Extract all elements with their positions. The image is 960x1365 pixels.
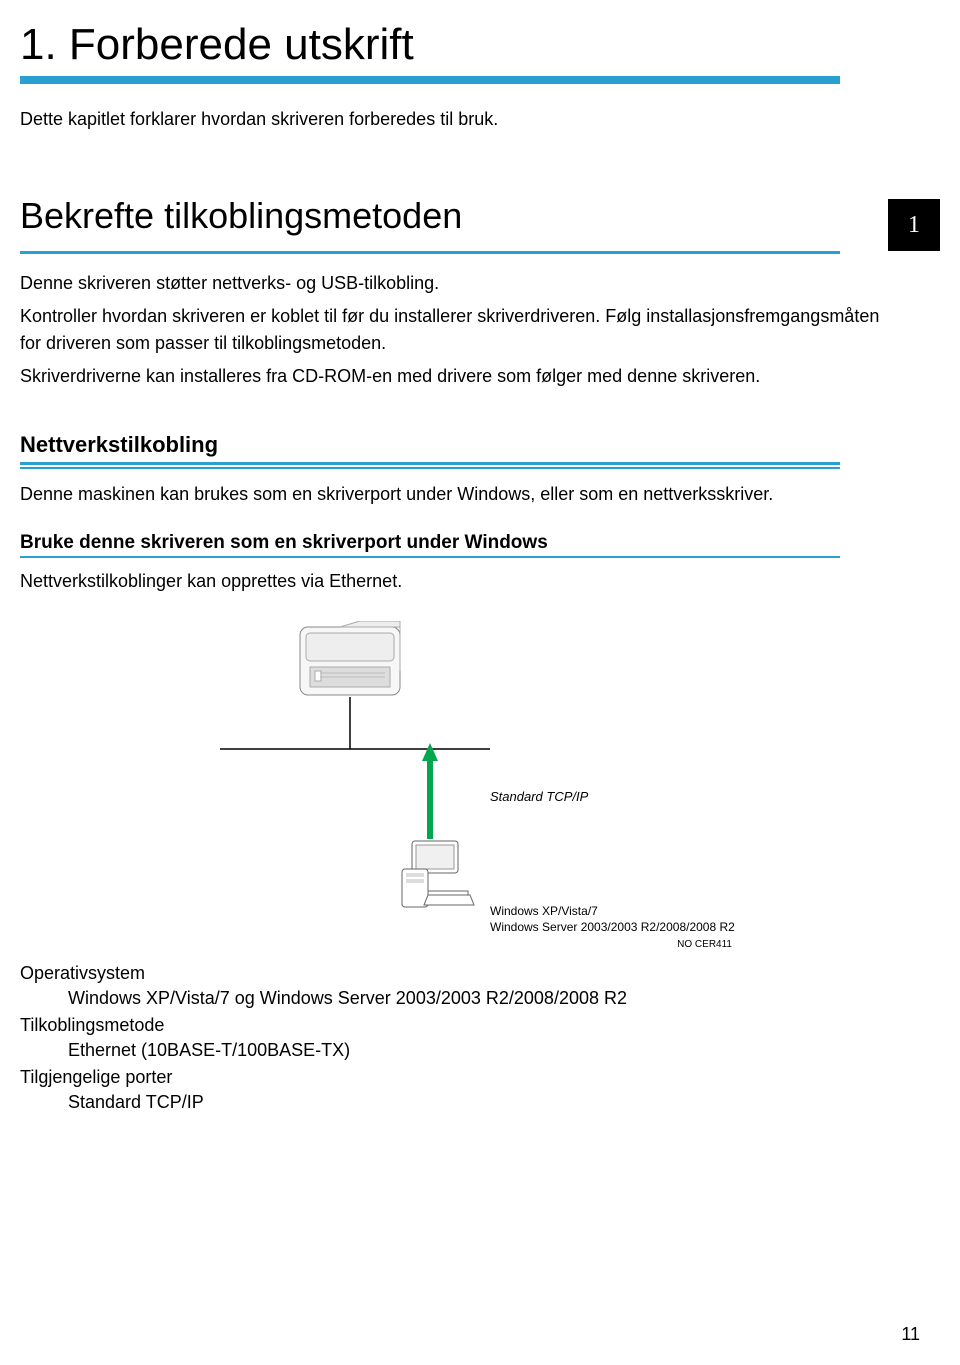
body-text: Skriverdriverne kan installeres fra CD-R… xyxy=(20,363,900,390)
def-val-os: Windows XP/Vista/7 og Windows Server 200… xyxy=(68,988,920,1009)
body-text: Denne maskinen kan brukes som en skriver… xyxy=(20,481,900,508)
def-val-ports: Standard TCP/IP xyxy=(68,1092,920,1113)
body-text: Nettverkstilkoblinger kan opprettes via … xyxy=(20,568,900,595)
diagram-code-label: NO CER411 xyxy=(677,939,732,950)
section-rule xyxy=(20,251,840,254)
diagram-os-label: Windows XP/Vista/7 Windows Server 2003/2… xyxy=(490,904,735,935)
intro-text: Dette kapitlet forklarer hvordan skriver… xyxy=(20,106,900,133)
network-diagram: Standard TCP/IP Windows XP/Vista/7 Windo… xyxy=(200,621,740,951)
chapter-badge: 1 xyxy=(888,199,940,251)
body-text: Kontroller hvordan skriveren er koblet t… xyxy=(20,303,900,357)
def-val-method: Ethernet (10BASE-T/100BASE-TX) xyxy=(68,1040,920,1061)
subsection-rule xyxy=(20,462,840,469)
sub-subsection-rule xyxy=(20,556,840,558)
subsection-heading: Nettverkstilkobling xyxy=(20,432,920,458)
title-rule xyxy=(20,76,840,84)
sub-subsection-heading: Bruke denne skriveren som en skriverport… xyxy=(20,532,920,554)
section-heading: Bekrefte tilkoblingsmetoden xyxy=(20,195,462,237)
computer-icon xyxy=(402,841,474,907)
page-number: 11 xyxy=(901,1324,920,1345)
def-term-os: Operativsystem xyxy=(20,963,920,984)
diagram-tcpip-label: Standard TCP/IP xyxy=(490,789,588,804)
page-title: 1. Forberede utskrift xyxy=(20,20,920,70)
def-term-ports: Tilgjengelige porter xyxy=(20,1067,920,1088)
def-term-method: Tilkoblingsmetode xyxy=(20,1015,920,1036)
printer-icon xyxy=(300,621,400,695)
body-text: Denne skriveren støtter nettverks- og US… xyxy=(20,270,900,297)
